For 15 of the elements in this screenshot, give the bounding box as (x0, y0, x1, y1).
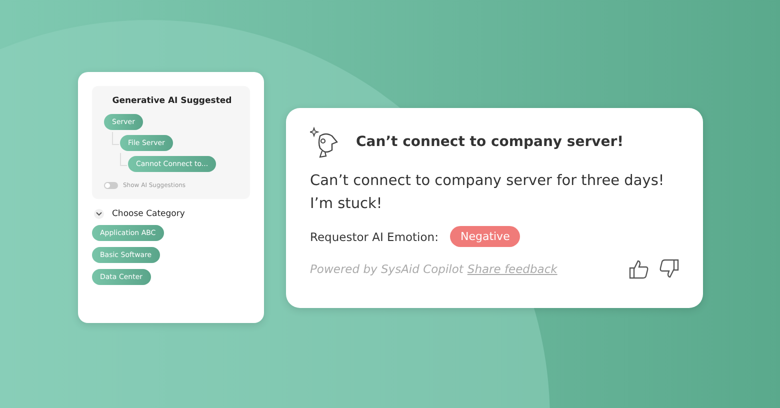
tree-connector (120, 152, 127, 166)
ticket-title: Can’t connect to company server! (356, 134, 624, 150)
thumbs-up-icon[interactable] (629, 259, 649, 279)
emotion-badge: Negative (450, 226, 520, 247)
robot-icon (310, 126, 340, 158)
thumbs-down-icon[interactable] (659, 259, 679, 279)
share-feedback-link[interactable]: Share feedback (467, 262, 558, 276)
powered-by-text: Powered by SysAid Copilot (310, 262, 464, 276)
toggle-switch[interactable] (104, 182, 118, 189)
section-title: Choose Category (112, 209, 185, 219)
emotion-label: Requestor AI Emotion: (310, 230, 438, 244)
chevron-icon[interactable] (94, 209, 104, 219)
ticket-description: Can’t connect to company server for three days! I’m stuck! (310, 172, 666, 214)
panel-title: Generative AI Suggested (111, 96, 233, 106)
tree-connector (112, 132, 119, 144)
